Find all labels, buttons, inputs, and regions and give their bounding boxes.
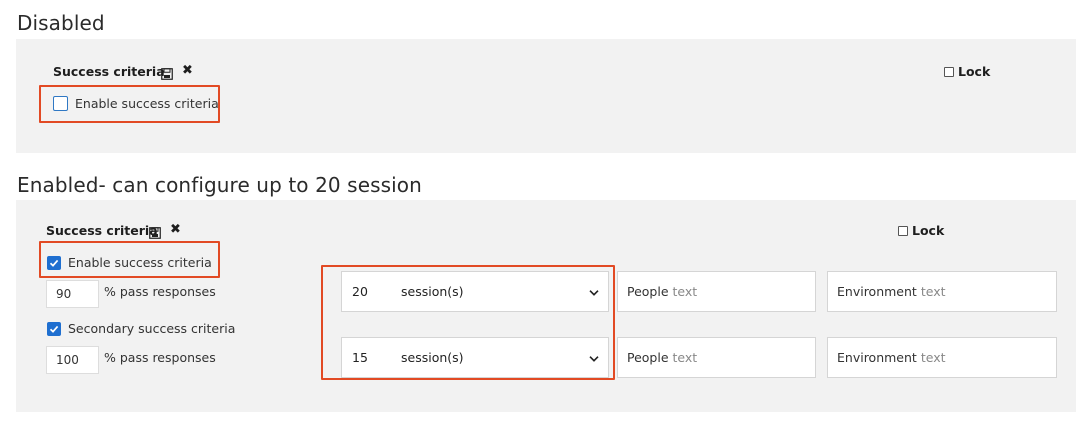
lock-checkbox[interactable] [898, 225, 908, 236]
success-criteria-title: Success criteria [46, 223, 158, 238]
lock-checkbox[interactable] [944, 66, 954, 77]
enable-success-criteria-label: Enable success criteria [75, 96, 219, 111]
people-placeholder: text [672, 350, 698, 365]
lock-label: Lock [912, 223, 945, 238]
enable-success-criteria-checkbox[interactable] [47, 255, 61, 270]
enabled-panel: Success criteria ✖ Lock Enable success c… [16, 200, 1076, 412]
save-icon[interactable] [161, 65, 173, 80]
checkmark-icon [49, 325, 59, 333]
chevron-down-icon [589, 284, 599, 299]
primary-pass-label: % pass responses [104, 284, 216, 299]
secondary-pass-label: % pass responses [104, 350, 216, 365]
session-unit: session(s) [401, 284, 464, 299]
environment-placeholder: text [920, 284, 946, 299]
chevron-down-icon [589, 350, 599, 365]
people-field-2[interactable]: People text [617, 337, 816, 378]
success-criteria-title: Success criteria [53, 64, 165, 79]
disabled-heading: Disabled [17, 11, 105, 35]
environment-label: Environment [837, 284, 917, 299]
session-count: 15 [352, 350, 368, 365]
enable-success-criteria-checkbox[interactable] [53, 96, 68, 111]
session-count: 20 [352, 284, 368, 299]
save-icon[interactable] [149, 224, 161, 239]
session-select-1[interactable]: 20 session(s) [341, 271, 609, 312]
lock-toggle[interactable]: Lock [944, 64, 990, 79]
close-icon[interactable]: ✖ [182, 64, 193, 77]
disabled-panel: Success criteria ✖ Lock Enable success c… [16, 39, 1076, 153]
people-field-1[interactable]: People text [617, 271, 816, 312]
people-placeholder: text [672, 284, 698, 299]
environment-label: Environment [837, 350, 917, 365]
enabled-heading: Enabled- can configure up to 20 session [17, 173, 422, 197]
people-label: People [627, 350, 669, 365]
close-icon[interactable]: ✖ [170, 223, 181, 236]
enable-success-criteria-row[interactable]: Enable success criteria [47, 255, 212, 270]
people-label: People [627, 284, 669, 299]
secondary-pass-input[interactable]: 100 [46, 346, 99, 374]
session-unit: session(s) [401, 350, 464, 365]
secondary-success-criteria-label: Secondary success criteria [68, 321, 236, 336]
enable-success-criteria-label: Enable success criteria [68, 255, 212, 270]
lock-label: Lock [958, 64, 991, 79]
environment-placeholder: text [920, 350, 946, 365]
primary-pass-input[interactable]: 90 [46, 280, 99, 308]
enable-success-criteria-row[interactable]: Enable success criteria [53, 96, 219, 111]
environment-field-1[interactable]: Environment text [827, 271, 1057, 312]
checkmark-icon [49, 259, 59, 267]
environment-field-2[interactable]: Environment text [827, 337, 1057, 378]
secondary-success-criteria-checkbox[interactable] [47, 321, 61, 336]
secondary-success-criteria-row[interactable]: Secondary success criteria [47, 321, 235, 336]
lock-toggle[interactable]: Lock [898, 223, 944, 238]
session-select-2[interactable]: 15 session(s) [341, 337, 609, 378]
